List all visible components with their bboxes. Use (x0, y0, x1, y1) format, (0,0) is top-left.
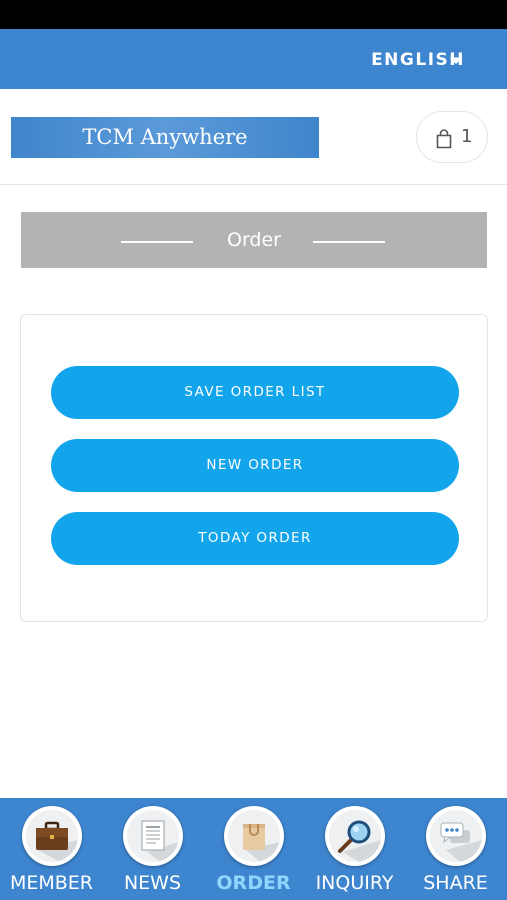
nav-circle (22, 806, 82, 866)
nav-label-inquiry: INQUIRY (315, 872, 394, 894)
section-title-bar: Order (21, 212, 487, 268)
cart-button[interactable]: 1 (416, 111, 488, 163)
briefcase-icon (36, 821, 78, 862)
nav-circle (224, 806, 284, 866)
magnifier-icon (338, 820, 381, 862)
nav-circle (426, 806, 486, 866)
cart-count: 1 (461, 126, 473, 147)
status-bar (0, 0, 507, 29)
nav-item-inquiry[interactable]: INQUIRY (304, 798, 405, 900)
section-title: Order (227, 229, 281, 251)
app-header: TCM Anywhere 1 (0, 89, 507, 185)
nav-circle (325, 806, 385, 866)
top-bar: ENGLISH (0, 29, 507, 89)
nav-label-share: SHARE (423, 872, 488, 894)
caret-down-icon[interactable] (450, 58, 462, 64)
nav-label-order: ORDER (216, 872, 291, 894)
order-actions-card: SAVE ORDER LIST NEW ORDER TODAY ORDER (20, 314, 488, 622)
nav-circle (123, 806, 183, 866)
today-order-button[interactable]: TODAY ORDER (51, 512, 459, 565)
save-order-list-button[interactable]: SAVE ORDER LIST (51, 366, 459, 419)
nav-item-news[interactable]: NEWS (102, 798, 203, 900)
shopping-bag-icon (243, 824, 280, 862)
nav-item-share[interactable]: SHARE (405, 798, 506, 900)
nav-label-news: NEWS (123, 872, 182, 894)
logo[interactable]: TCM Anywhere (11, 117, 319, 158)
nav-item-order[interactable]: ORDER (203, 798, 304, 900)
shopping-bag-icon (436, 129, 452, 149)
bottom-nav: MEMBER NEWS ORDER INQUIRY SHARE (0, 798, 507, 900)
title-divider-right (313, 241, 385, 243)
nav-item-member[interactable]: MEMBER (1, 798, 102, 900)
nav-label-member: MEMBER (9, 872, 94, 894)
logo-text: TCM Anywhere (82, 125, 248, 149)
newspaper-icon (141, 820, 179, 862)
new-order-button[interactable]: NEW ORDER (51, 439, 459, 492)
chat-bubbles-icon (440, 822, 482, 862)
